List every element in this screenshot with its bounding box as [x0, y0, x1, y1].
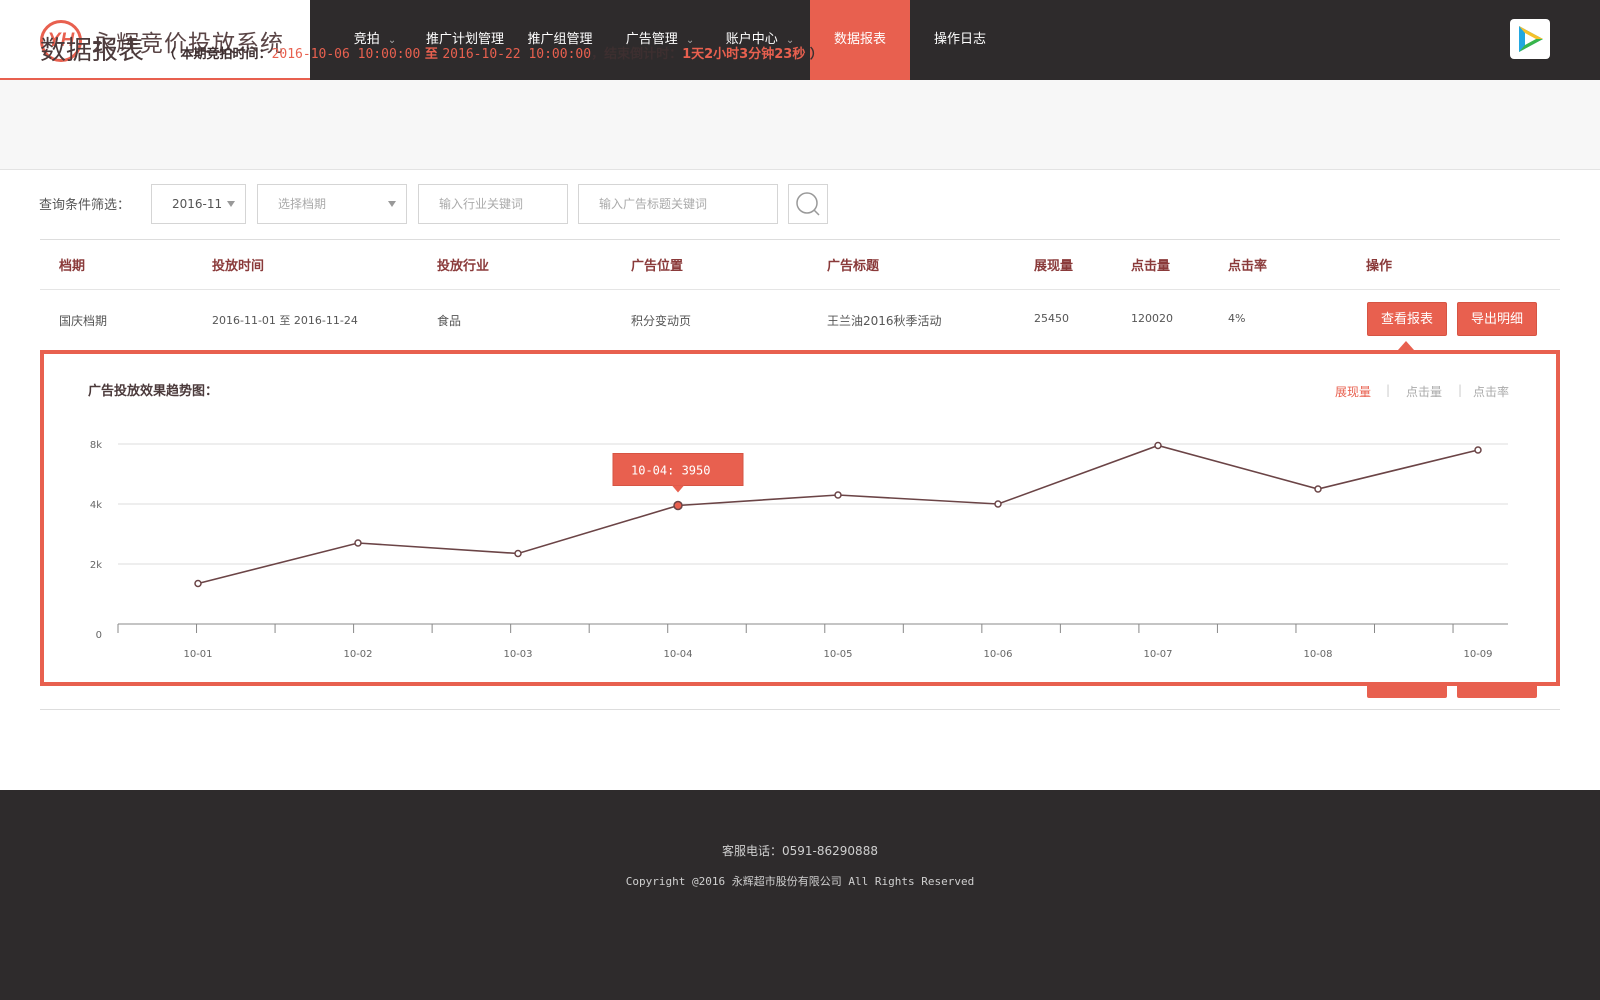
footer-phone: 客服电话：0591-86290888	[722, 844, 878, 858]
data-point	[1474, 446, 1482, 454]
tooltip-arrow	[672, 485, 684, 493]
y-tick-label: 2k	[90, 560, 102, 571]
footer	[0, 790, 1600, 1000]
tooltip-text: 10-04: 3950	[631, 464, 710, 478]
data-point	[1154, 441, 1162, 450]
y-tick-label: 8k	[90, 440, 102, 451]
x-tick-label: 10-08	[1303, 649, 1332, 660]
data-point	[673, 500, 683, 511]
data-point	[194, 579, 202, 588]
x-tick-label: 10-01	[183, 649, 212, 660]
footer-copyright: Copyright @2016 永辉超市股份有限公司 All Rights Re…	[625, 875, 975, 888]
x-tick-label: 10-06	[983, 649, 1012, 660]
x-tick-label: 10-09	[1463, 649, 1492, 660]
data-point	[1314, 485, 1322, 493]
x-tick-label: 10-05	[823, 649, 852, 660]
data-point	[514, 549, 522, 558]
x-tick-label: 10-02	[343, 649, 372, 660]
y-tick-label: 0	[96, 630, 102, 641]
y-tick-label: 4k	[90, 500, 102, 511]
x-tick-label: 10-03	[503, 649, 532, 660]
x-tick-label: 10-07	[1143, 649, 1172, 660]
x-tick-label: 10-04	[663, 649, 692, 660]
data-point	[354, 539, 362, 547]
data-point	[994, 500, 1002, 508]
data-point	[834, 491, 842, 499]
series-line	[197, 444, 1479, 585]
